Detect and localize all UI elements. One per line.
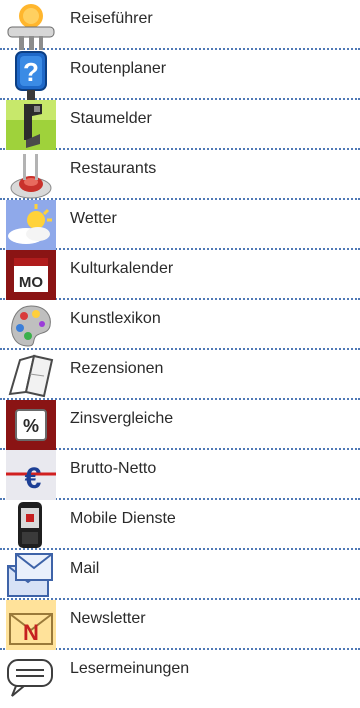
menu-item-label: Kunstlexikon [70, 310, 161, 327]
app-menu: Reiseführer ? Routenplaner Staumelder Re… [0, 0, 360, 700]
euro-icon: € [6, 450, 56, 500]
svg-text:%: % [23, 416, 39, 436]
menu-item-mobile-dienste[interactable]: Mobile Dienste [0, 500, 360, 550]
mobile-phone-icon [6, 500, 56, 550]
menu-item-label: Reiseführer [70, 10, 153, 27]
svg-text:?: ? [23, 57, 39, 87]
menu-item-brutto-netto[interactable]: € Brutto-Netto [0, 450, 360, 500]
menu-item-label: Mobile Dienste [70, 510, 176, 527]
menu-item-label: Routenplaner [70, 60, 167, 77]
menu-item-staumelder[interactable]: Staumelder [0, 100, 360, 150]
menu-item-routenplaner[interactable]: ? Routenplaner [0, 50, 360, 100]
menu-item-kunstlexikon[interactable]: Kunstlexikon [0, 300, 360, 350]
menu-item-label: Brutto-Netto [70, 460, 157, 477]
svg-text:N: N [23, 620, 39, 645]
menu-item-rezensionen[interactable]: Rezensionen [0, 350, 360, 400]
menu-item-label: Lesermeinungen [70, 660, 190, 677]
menu-item-kulturkalender[interactable]: MO Kulturkalender [0, 250, 360, 300]
menu-item-label: Wetter [70, 210, 117, 227]
menu-item-zinsvergleiche[interactable]: % Zinsvergleiche [0, 400, 360, 450]
menu-item-label: Kulturkalender [70, 260, 174, 277]
menu-item-label: Rezensionen [70, 360, 164, 377]
menu-item-label: Restaurants [70, 160, 157, 177]
menu-item-reisefuehrer[interactable]: Reiseführer [0, 0, 360, 50]
speech-bubble-icon [6, 650, 56, 700]
menu-item-lesermeinungen[interactable]: Lesermeinungen [0, 650, 360, 700]
menu-item-newsletter[interactable]: N Newsletter [0, 600, 360, 650]
open-book-icon [6, 350, 56, 400]
menu-item-wetter[interactable]: Wetter [0, 200, 360, 250]
paint-palette-icon [6, 300, 56, 350]
plate-cutlery-icon [6, 150, 56, 200]
calendar-icon: MO [6, 250, 56, 300]
menu-item-restaurants[interactable]: Restaurants [0, 150, 360, 200]
svg-text:MO: MO [19, 274, 43, 291]
beach-umbrella-icon [6, 0, 56, 50]
menu-item-label: Newsletter [70, 610, 146, 627]
menu-item-label: Zinsvergleiche [70, 410, 174, 427]
menu-item-mail[interactable]: Mail [0, 550, 360, 600]
envelope-icon [6, 550, 56, 600]
percent-icon: % [6, 400, 56, 450]
svg-text:€: € [25, 462, 42, 495]
traffic-jam-icon [6, 100, 56, 150]
menu-item-label: Staumelder [70, 110, 152, 127]
sun-cloud-icon [6, 200, 56, 250]
signpost-icon: ? [6, 50, 56, 100]
menu-item-label: Mail [70, 560, 100, 577]
newsletter-icon: N [6, 600, 56, 650]
